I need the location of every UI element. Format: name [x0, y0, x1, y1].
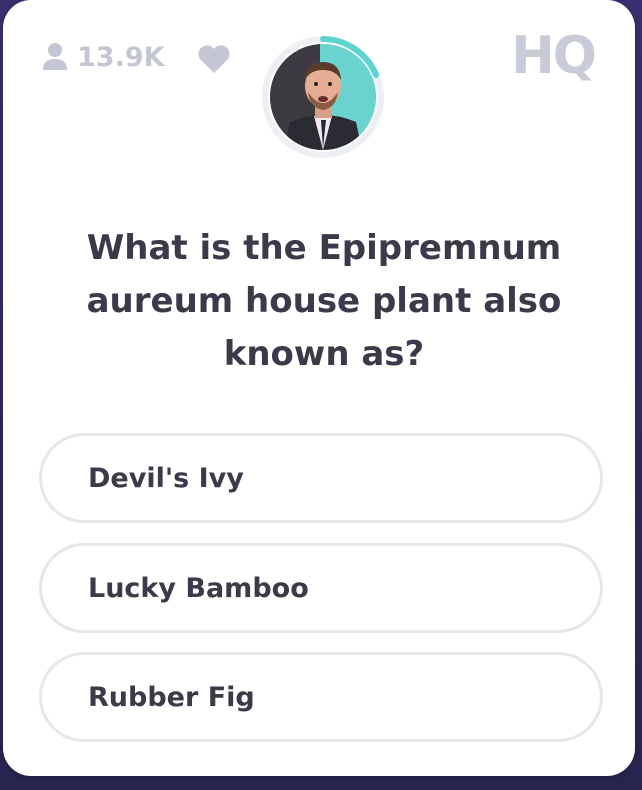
question-text: What is the Epipremnum aureum house plan… [86, 228, 562, 374]
host-illustration [270, 44, 376, 150]
viewer-count-label: 13.9K [77, 41, 165, 73]
answer-option-3[interactable]: Rubber Fig [39, 652, 603, 742]
host-avatar [261, 35, 385, 159]
heart-icon[interactable] [197, 44, 231, 74]
answer-option-2[interactable]: Lucky Bamboo [39, 543, 603, 633]
question-card: 13.9K HQ What is the Epipremnum aureum h… [3, 0, 635, 776]
answer-option-2-label: Lucky Bamboo [88, 572, 309, 604]
hq-logo: HQ [511, 26, 597, 86]
person-icon [43, 43, 67, 70]
host-photo [270, 44, 376, 150]
answer-option-3-label: Rubber Fig [88, 681, 255, 713]
viewer-count: 13.9K [41, 40, 165, 74]
answer-option-1[interactable]: Devil's Ivy [39, 433, 603, 523]
answer-option-1-label: Devil's Ivy [88, 462, 244, 494]
